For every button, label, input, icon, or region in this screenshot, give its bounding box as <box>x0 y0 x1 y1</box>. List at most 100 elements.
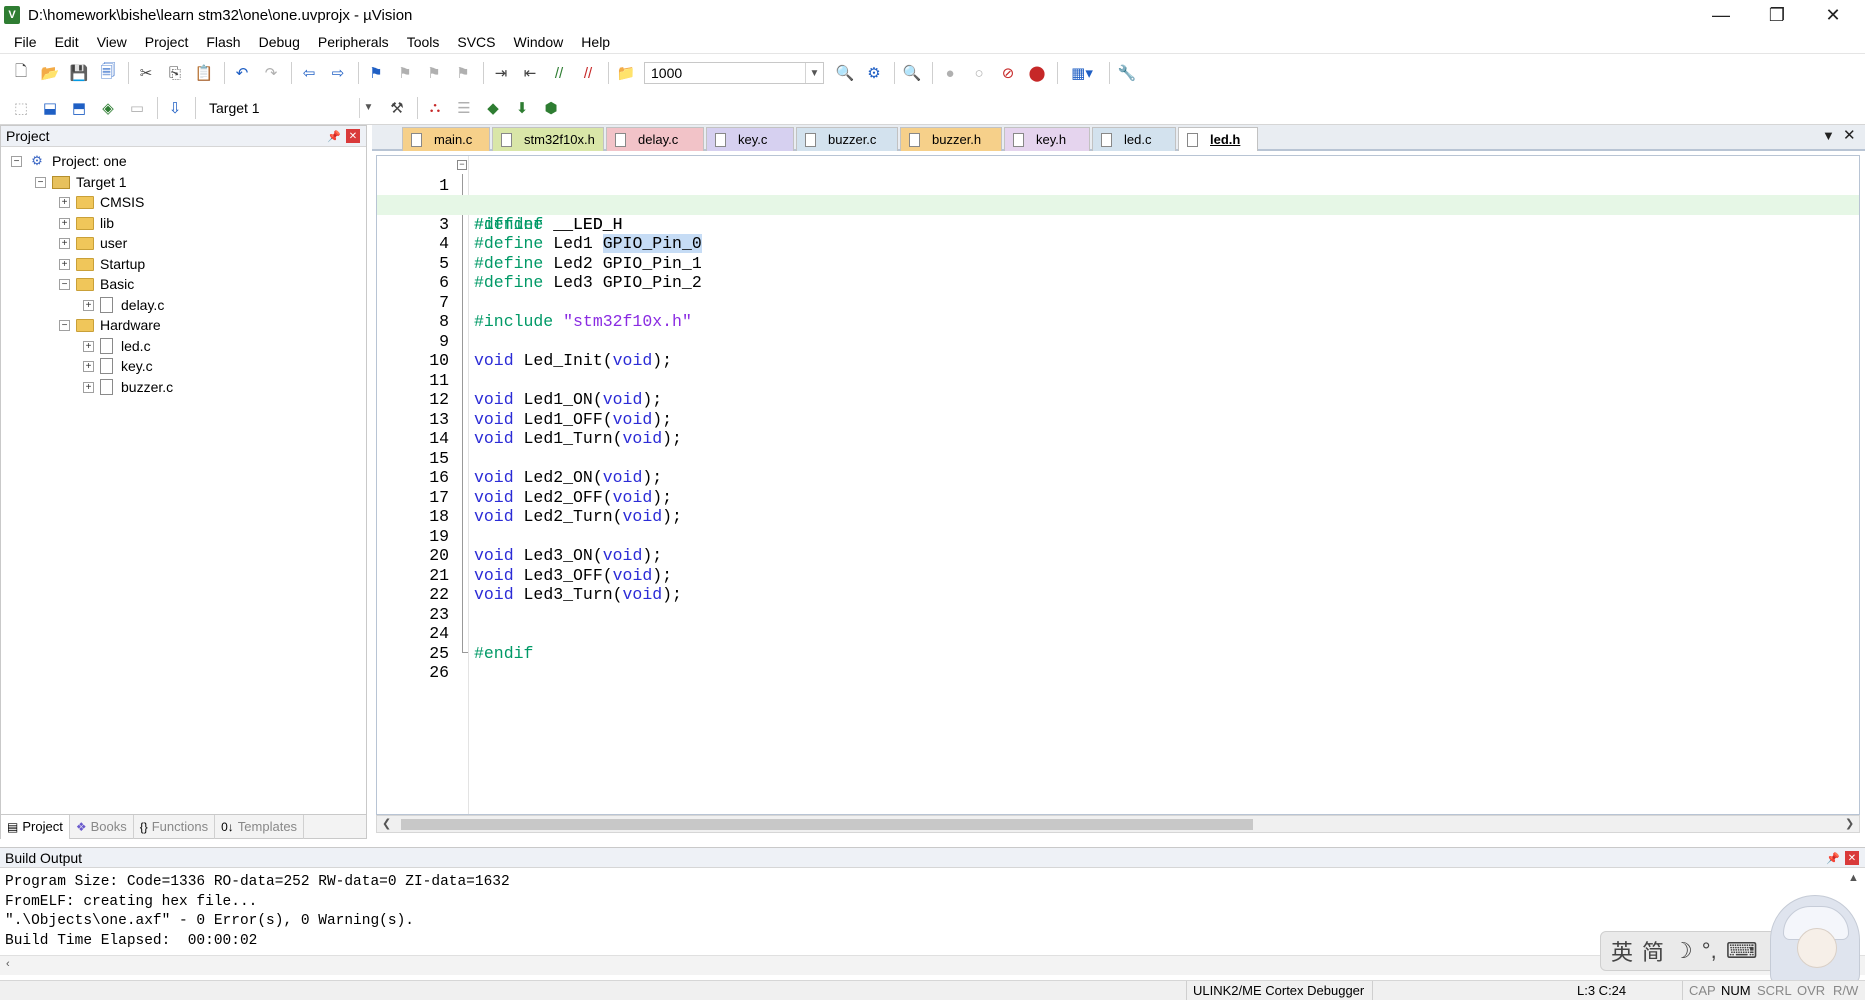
tab-delay-c[interactable]: delay.c <box>606 127 704 151</box>
ime-keyboard-icon[interactable]: ⌨ <box>1726 938 1758 964</box>
code-line[interactable]: 19 void Led3_ON(void); <box>377 507 1859 566</box>
code-line[interactable]: 11 void Led1_ON(void); <box>377 351 1859 410</box>
expand-icon[interactable]: + <box>83 340 94 352</box>
tab-led-c[interactable]: led.c <box>1092 127 1176 151</box>
tree-node-group-hardware[interactable]: − Hardware <box>59 314 161 336</box>
pin-icon[interactable]: 📌 <box>1826 852 1840 865</box>
breakpoint-kill-all-icon[interactable]: ⬤ <box>1026 62 1048 84</box>
tab-list-dropdown-icon[interactable]: ▼ <box>1822 128 1835 143</box>
find-icon[interactable]: 🔍 <box>834 62 856 84</box>
bookmark-prev-icon[interactable]: ⚑ <box>394 62 416 84</box>
bookmark-toggle-icon[interactable]: ⚑ <box>365 62 387 84</box>
navigate-back-icon[interactable]: ⇦ <box>298 62 320 84</box>
tree-node-file-buzzer-c[interactable]: + buzzer.c <box>83 376 173 398</box>
tab-key-h[interactable]: key.h <box>1004 127 1090 151</box>
configure-icon[interactable]: 🔧 <box>1116 62 1138 84</box>
stop-build-icon[interactable]: ▭ <box>126 97 148 119</box>
expand-icon[interactable]: + <box>83 360 94 372</box>
redo-icon[interactable]: ↷ <box>260 62 282 84</box>
code-line[interactable]: 9 void Led_Init(void); <box>377 312 1859 371</box>
scroll-up-icon[interactable]: ▲ <box>1848 872 1859 884</box>
uncomment-icon[interactable]: // <box>577 62 599 84</box>
code-line[interactable]: 10 <box>377 332 1859 370</box>
menu-peripherals[interactable]: Peripherals <box>309 34 398 50</box>
menu-debug[interactable]: Debug <box>250 34 309 50</box>
breakpoint-insert-icon[interactable]: ● <box>939 62 961 84</box>
menu-flash[interactable]: Flash <box>197 34 249 50</box>
code-line[interactable]: 20 void Led3_OFF(void); <box>377 527 1859 585</box>
tab-key-c[interactable]: key.c <box>706 127 794 151</box>
code-line[interactable]: 26 <box>377 644 1859 682</box>
collapse-icon[interactable]: − <box>59 319 70 331</box>
select-packs-icon[interactable]: ◆ <box>482 97 504 119</box>
tree-node-group-user[interactable]: + user <box>59 232 127 254</box>
code-line[interactable]: 2 #define __LED_H <box>377 176 1859 234</box>
code-line[interactable]: 25 <box>377 624 1859 663</box>
manage-project-items-icon[interactable]: ⛬ <box>424 97 446 119</box>
ime-toolbar[interactable]: 英 简 ☽ °, ⌨ <box>1600 931 1790 971</box>
scroll-left-icon[interactable]: ‹ <box>6 958 10 970</box>
new-file-icon[interactable]: 🗋 <box>10 62 32 84</box>
code-line[interactable]: 17 void Led2_Turn(void); <box>377 468 1859 527</box>
code-line[interactable]: 23 <box>377 585 1859 624</box>
tab-templates[interactable]: 0↓ Templates <box>215 814 305 839</box>
code-line[interactable]: 16 void Led2_OFF(void); <box>377 449 1859 507</box>
code-line[interactable]: 21 void Led3_Turn(void); <box>377 546 1859 605</box>
indent-icon[interactable]: ⇥ <box>490 62 512 84</box>
code-line[interactable]: 15 void Led2_ON(void); <box>377 429 1859 488</box>
tree-node-group-startup[interactable]: + Startup <box>59 253 145 275</box>
expand-icon[interactable]: + <box>59 258 70 270</box>
navigate-forward-icon[interactable]: ⇨ <box>327 62 349 84</box>
expand-icon[interactable]: + <box>83 299 94 311</box>
paste-icon[interactable]: 📋 <box>193 62 215 84</box>
close-icon[interactable]: ✕ <box>346 129 360 143</box>
code-line[interactable]: 13 void Led1_Turn(void); <box>377 390 1859 449</box>
code-line[interactable]: 4 #define Led2 GPIO_Pin_1 <box>377 215 1859 273</box>
pin-icon[interactable]: 📌 <box>327 130 341 143</box>
menu-edit[interactable]: Edit <box>46 34 88 50</box>
tab-project[interactable]: ▤ Project <box>1 814 70 839</box>
code-line[interactable]: 1 − #ifndef __LED_H <box>377 156 1859 234</box>
code-line[interactable]: 12 void Led1_OFF(void); <box>377 371 1859 429</box>
tree-node-file-led-c[interactable]: + led.c <box>83 335 151 357</box>
build-output-scrollbar[interactable]: ‹ <box>0 955 1865 975</box>
comment-icon[interactable]: // <box>548 62 570 84</box>
target-select[interactable]: Target 1 ▼ <box>202 96 378 119</box>
ime-language-toggle[interactable]: 英 <box>1611 935 1633 967</box>
menu-view[interactable]: View <box>88 34 136 50</box>
build-icon[interactable]: ⬓ <box>39 97 61 119</box>
rebuild-icon[interactable]: ⬒ <box>68 97 90 119</box>
code-line[interactable]: 7 #include "stm32f10x.h" <box>377 273 1859 332</box>
breakpoint-disable-all-icon[interactable]: ⊘ <box>997 62 1019 84</box>
cut-icon[interactable]: ✂ <box>135 62 157 84</box>
expand-icon[interactable]: + <box>83 381 94 393</box>
tab-buzzer-c[interactable]: buzzer.c <box>796 127 898 151</box>
breakpoint-enable-icon[interactable]: ○ <box>968 62 990 84</box>
menu-project[interactable]: Project <box>136 34 198 50</box>
tab-books[interactable]: ❖ Books <box>70 814 134 839</box>
chevron-down-icon[interactable]: ▼ <box>359 97 377 118</box>
tree-node-target[interactable]: − Target 1 <box>35 171 127 193</box>
tree-node-group-cmsis[interactable]: + CMSIS <box>59 191 144 213</box>
expand-icon[interactable]: + <box>59 237 70 249</box>
tree-node-group-basic[interactable]: − Basic <box>59 273 134 295</box>
pack-installer-icon[interactable]: ⬇ <box>511 97 533 119</box>
save-icon[interactable]: 💾 <box>68 62 90 84</box>
undo-icon[interactable]: ↶ <box>231 62 253 84</box>
tree-node-project[interactable]: − ⚙ Project: one <box>11 150 127 172</box>
restore-button[interactable]: ❐ <box>1749 0 1805 30</box>
tab-functions[interactable]: {} Functions <box>134 814 216 839</box>
batch-build-icon[interactable]: ◈ <box>97 97 119 119</box>
ime-simplified-toggle[interactable]: 简 <box>1642 935 1664 967</box>
unindent-icon[interactable]: ⇤ <box>519 62 541 84</box>
incremental-find-icon[interactable]: ⚙ <box>863 62 885 84</box>
find-in-files-icon[interactable]: 📁 <box>615 62 637 84</box>
expand-icon[interactable]: + <box>59 217 70 229</box>
translate-icon[interactable]: ⬚ <box>10 97 32 119</box>
copy-icon[interactable]: ⎘ <box>164 62 186 84</box>
collapse-icon[interactable]: − <box>11 155 22 167</box>
file-extensions-icon[interactable]: ☰ <box>453 97 475 119</box>
tree-node-group-lib[interactable]: + lib <box>59 212 114 234</box>
code-line[interactable]: 6 <box>377 254 1859 292</box>
collapse-icon[interactable]: − <box>35 176 46 188</box>
